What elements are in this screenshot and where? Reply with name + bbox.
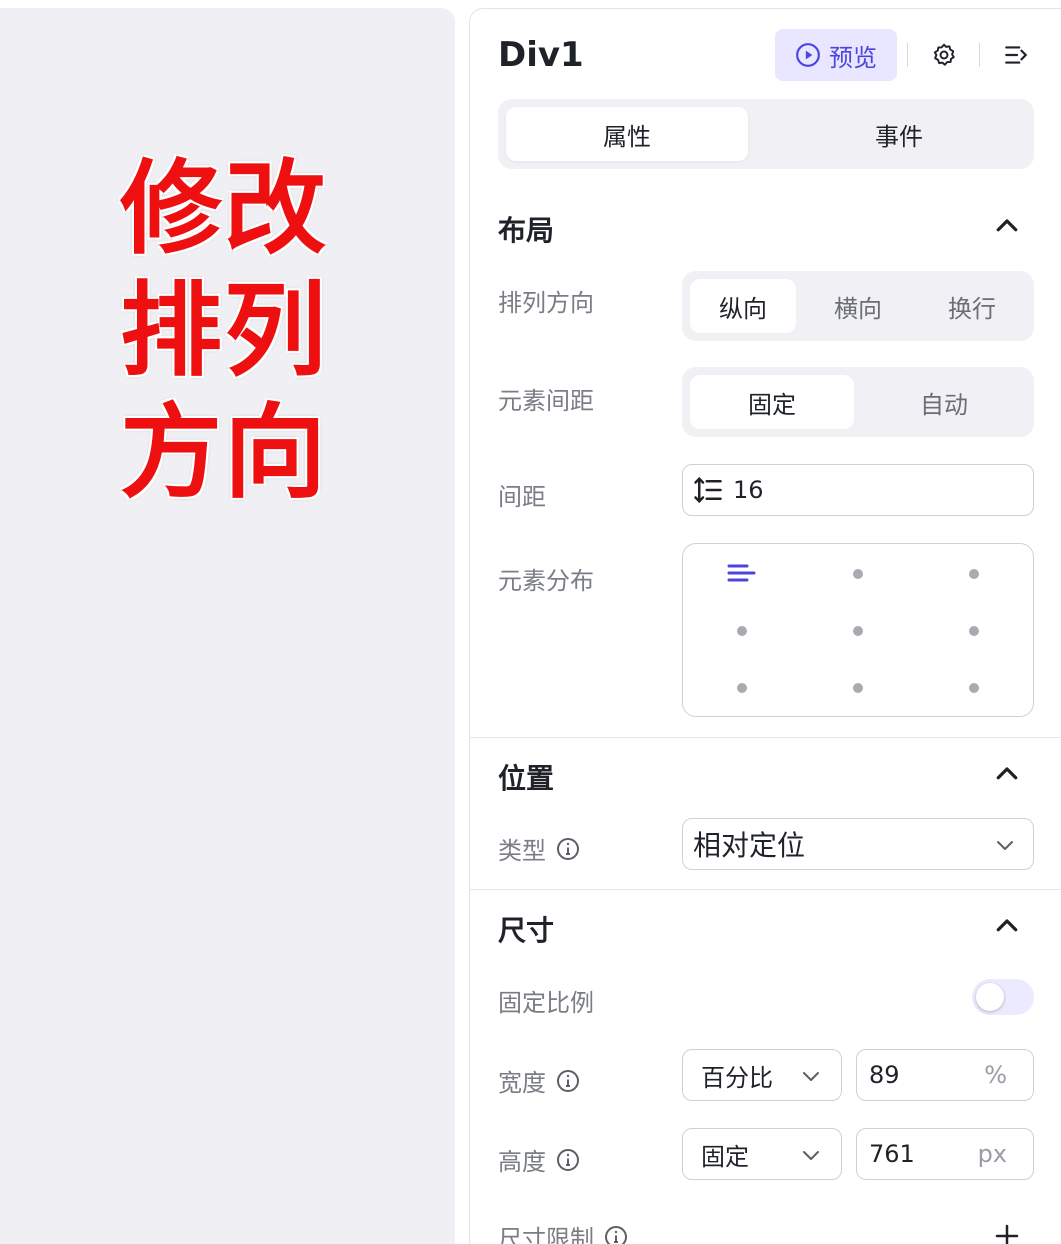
info-icon[interactable] xyxy=(604,1225,628,1244)
width-value-input[interactable]: 89 % xyxy=(856,1049,1034,1101)
line-spacing-icon xyxy=(694,476,722,504)
height-value-input[interactable]: 761 px xyxy=(856,1128,1034,1180)
gear-icon xyxy=(933,43,955,66)
annotation-line: 修改 xyxy=(120,149,328,269)
add-size-limit-icon[interactable] xyxy=(992,1221,1022,1244)
size-limit-label-text: 尺寸限制 xyxy=(498,1225,594,1244)
section-divider xyxy=(470,737,1061,738)
align-bottom-center[interactable] xyxy=(853,683,863,693)
align-bottom-left[interactable] xyxy=(737,683,747,693)
width-label: 宽度 xyxy=(498,1063,580,1098)
align-top-left-icon[interactable] xyxy=(727,562,757,586)
height-mode-select[interactable]: 固定 xyxy=(682,1128,842,1180)
preview-label: 预览 xyxy=(829,43,877,72)
direction-horizontal[interactable]: 横向 xyxy=(805,279,911,333)
component-title: Div1 xyxy=(498,35,584,75)
spacing-mode-segmented: 固定 自动 xyxy=(682,367,1034,437)
spacing-mode-label: 元素间距 xyxy=(498,387,594,415)
align-top-center[interactable] xyxy=(853,569,863,579)
direction-segmented: 纵向 横向 换行 xyxy=(682,271,1034,341)
width-mode-select[interactable]: 百分比 xyxy=(682,1049,842,1101)
chevron-down-icon xyxy=(997,841,1013,850)
gap-input[interactable]: 16 xyxy=(682,464,1034,516)
design-canvas[interactable]: 修改 排列 方向 xyxy=(0,8,455,1244)
tab-events[interactable]: 事件 xyxy=(778,107,1020,161)
collapse-panel-button[interactable] xyxy=(998,37,1034,73)
panel-header: Div1 预览 xyxy=(498,29,1038,85)
position-type-label-text: 类型 xyxy=(498,837,546,865)
distribution-label: 元素分布 xyxy=(498,567,594,595)
align-middle-left[interactable] xyxy=(737,626,747,636)
settings-button[interactable] xyxy=(926,37,962,73)
header-divider xyxy=(979,43,980,67)
direction-label: 排列方向 xyxy=(498,289,594,317)
section-title-size: 尺寸 xyxy=(498,914,555,947)
chevron-up-icon[interactable] xyxy=(992,759,1022,789)
distribution-grid xyxy=(682,543,1034,717)
lock-ratio-toggle[interactable] xyxy=(972,979,1034,1015)
align-bottom-right[interactable] xyxy=(969,683,979,693)
annotation-line: 方向 xyxy=(120,393,328,513)
section-divider xyxy=(470,889,1061,890)
info-icon[interactable] xyxy=(556,837,580,861)
info-icon[interactable] xyxy=(556,1069,580,1093)
panel-tabs: 属性 事件 xyxy=(498,99,1034,169)
gap-label: 间距 xyxy=(498,483,546,511)
width-unit: % xyxy=(984,1061,1007,1089)
play-circle-icon xyxy=(796,43,820,67)
height-label: 高度 xyxy=(498,1142,580,1177)
header-divider xyxy=(907,43,908,67)
width-label-text: 宽度 xyxy=(498,1069,546,1097)
preview-button[interactable]: 预览 xyxy=(775,29,897,81)
size-limit-label: 尺寸限制 xyxy=(498,1219,628,1244)
chevron-up-icon[interactable] xyxy=(992,211,1022,241)
section-title-position: 位置 xyxy=(498,762,555,795)
collapse-right-icon xyxy=(1005,46,1028,64)
info-icon[interactable] xyxy=(556,1148,580,1172)
align-top-right[interactable] xyxy=(969,569,979,579)
align-middle-center[interactable] xyxy=(853,626,863,636)
annotation-overlay: 修改 排列 方向 xyxy=(120,148,360,514)
direction-vertical[interactable]: 纵向 xyxy=(690,279,796,333)
spacing-fixed[interactable]: 固定 xyxy=(690,375,854,429)
position-type-label: 类型 xyxy=(498,831,580,866)
align-middle-right[interactable] xyxy=(969,626,979,636)
direction-wrap[interactable]: 换行 xyxy=(919,279,1025,333)
chevron-up-icon[interactable] xyxy=(992,911,1022,941)
tab-properties[interactable]: 属性 xyxy=(506,107,748,161)
toggle-knob xyxy=(976,983,1004,1011)
height-mode-value: 固定 xyxy=(701,1142,749,1171)
height-label-text: 高度 xyxy=(498,1148,546,1176)
lock-ratio-label: 固定比例 xyxy=(498,989,594,1017)
spacing-auto[interactable]: 自动 xyxy=(862,375,1026,429)
annotation-line: 排列 xyxy=(120,271,328,391)
chevron-down-icon xyxy=(803,1151,819,1160)
width-value: 89 xyxy=(869,1061,900,1089)
property-panel: Div1 预览 属性 事件 布局 排列方向 纵向 横向 换行 元素间距 固定 自… xyxy=(469,8,1061,1244)
chevron-down-icon xyxy=(803,1072,819,1081)
section-title-layout: 布局 xyxy=(498,214,555,247)
width-mode-value: 百分比 xyxy=(701,1063,773,1092)
position-type-value: 相对定位 xyxy=(693,829,806,862)
gap-value: 16 xyxy=(733,476,764,504)
position-type-select[interactable]: 相对定位 xyxy=(682,818,1034,870)
height-value: 761 xyxy=(869,1140,915,1168)
height-unit: px xyxy=(977,1140,1007,1168)
